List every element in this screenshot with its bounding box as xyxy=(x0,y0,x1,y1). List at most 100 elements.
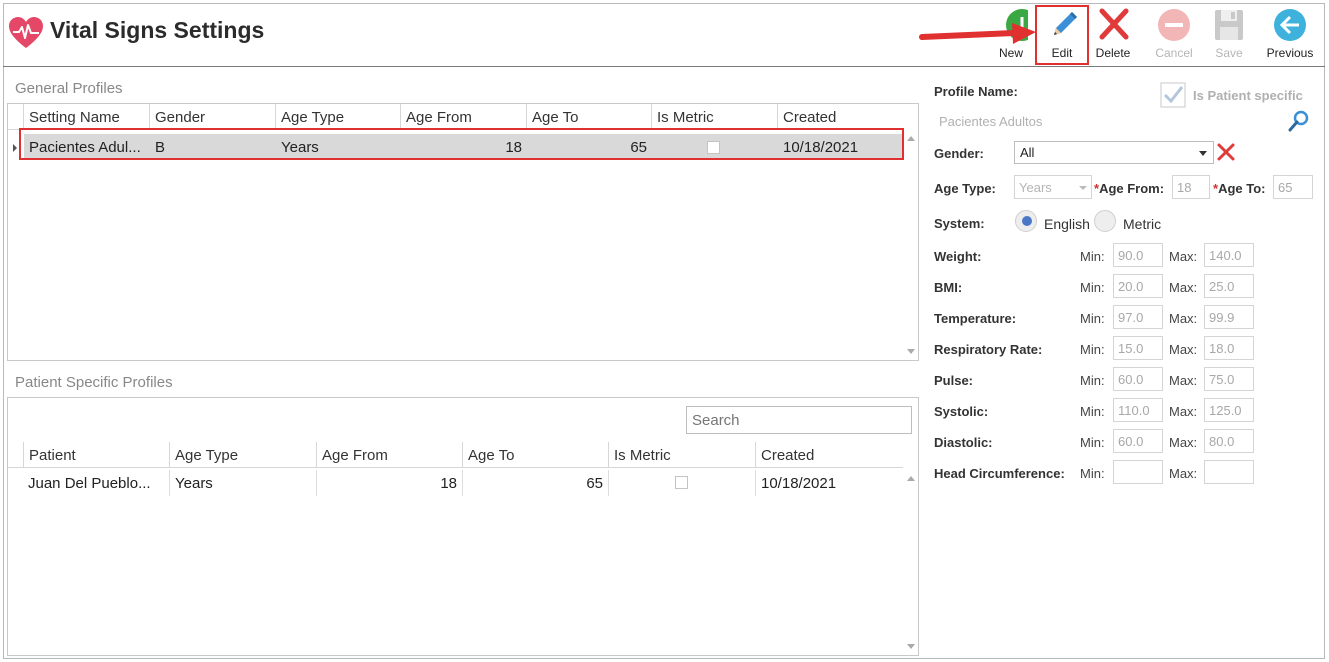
column-header-age-type[interactable]: Age Type xyxy=(169,442,316,468)
max-label: Max: xyxy=(1169,373,1198,388)
column-header-setting-name[interactable]: Setting Name xyxy=(23,104,149,130)
respiratory-rate-label: Respiratory Rate: xyxy=(934,342,1043,357)
temperature-min-input[interactable]: 97.0 xyxy=(1113,305,1163,329)
column-header-is-metric[interactable]: Is Metric xyxy=(608,442,755,468)
column-header-age-to[interactable]: Age To xyxy=(462,442,608,468)
pulse-max-input[interactable]: 75.0 xyxy=(1204,367,1254,391)
gender-label: Gender: xyxy=(934,146,984,161)
column-header-age-type[interactable]: Age Type xyxy=(275,104,400,130)
max-label: Max: xyxy=(1169,249,1198,264)
checkbox-checked-icon[interactable] xyxy=(1160,82,1188,108)
min-label: Min: xyxy=(1080,249,1105,264)
systolic-min-input[interactable]: 110.0 xyxy=(1113,398,1163,422)
chevron-down-icon xyxy=(1199,151,1207,156)
age-type-label: Age Type: xyxy=(934,181,996,196)
scroll-down-icon[interactable] xyxy=(907,349,915,354)
save-button[interactable]: Save xyxy=(1201,8,1257,62)
radio-metric[interactable] xyxy=(1094,210,1116,232)
scroll-down-icon[interactable] xyxy=(907,644,915,649)
bmi-min-input[interactable]: 20.0 xyxy=(1113,274,1163,298)
diastolic-min-input[interactable]: 60.0 xyxy=(1113,429,1163,453)
patient-profiles-grid: Patient Age Type Age From Age To Is Metr… xyxy=(7,397,919,656)
diastolic-label: Diastolic: xyxy=(934,435,993,450)
age-type-value: Years xyxy=(1019,180,1052,195)
age-from-input[interactable]: 18 xyxy=(1172,175,1210,199)
cancel-label: Cancel xyxy=(1155,46,1193,60)
chevron-down-icon xyxy=(1079,186,1087,190)
column-header-patient[interactable]: Patient xyxy=(23,442,169,468)
min-label: Min: xyxy=(1080,311,1105,326)
temperature-label: Temperature: xyxy=(934,311,1017,326)
min-label: Min: xyxy=(1080,466,1105,481)
cell-age-type: Years xyxy=(169,470,316,496)
head-circumference-min-input[interactable] xyxy=(1113,460,1163,484)
age-to-label-text: Age To: xyxy=(1218,181,1266,196)
back-arrow-icon xyxy=(1274,9,1306,41)
cell-created: 10/18/2021 xyxy=(755,470,903,496)
profile-name-value: Pacientes Adultos xyxy=(939,114,1043,129)
search-magnifier-icon[interactable] xyxy=(1288,110,1310,132)
profile-name-label: Profile Name: xyxy=(934,84,1018,99)
min-label: Min: xyxy=(1080,280,1105,295)
heart-pulse-icon xyxy=(9,17,43,48)
head-circumference-max-input[interactable] xyxy=(1204,460,1254,484)
scroll-up-icon[interactable] xyxy=(907,136,915,141)
row-indicator-icon xyxy=(13,144,17,152)
bmi-max-input[interactable]: 25.0 xyxy=(1204,274,1254,298)
is-metric-checkbox[interactable] xyxy=(675,476,688,489)
search-input[interactable] xyxy=(686,406,912,434)
systolic-max-input[interactable]: 125.0 xyxy=(1204,398,1254,422)
save-label: Save xyxy=(1215,46,1243,60)
temperature-max-input[interactable]: 99.9 xyxy=(1204,305,1254,329)
column-header-age-from[interactable]: Age From xyxy=(400,104,526,130)
bmi-label: BMI: xyxy=(934,280,963,295)
floppy-disk-icon xyxy=(1215,10,1243,40)
radio-metric-label: Metric xyxy=(1123,216,1162,232)
respiratory-rate-max-input[interactable]: 18.0 xyxy=(1204,336,1254,360)
cancel-minus-icon xyxy=(1158,9,1190,41)
weight-min-input[interactable]: 90.0 xyxy=(1113,243,1163,267)
max-label: Max: xyxy=(1169,435,1198,450)
scroll-up-icon[interactable] xyxy=(907,476,915,481)
is-patient-specific-label: Is Patient specific xyxy=(1193,88,1303,103)
cell-age-from: 18 xyxy=(316,470,462,496)
age-from-label-text: Age From: xyxy=(1099,181,1165,196)
max-label: Max: xyxy=(1169,466,1198,481)
column-header-gender[interactable]: Gender xyxy=(149,104,275,130)
respiratory-rate-min-input[interactable]: 15.0 xyxy=(1113,336,1163,360)
min-label: Min: xyxy=(1080,373,1105,388)
diastolic-max-input[interactable]: 80.0 xyxy=(1204,429,1254,453)
cell-patient: Juan Del Pueblo... xyxy=(28,475,151,492)
delete-button[interactable]: Delete xyxy=(1085,8,1141,62)
patient-grid-header: Patient Age Type Age From Age To Is Metr… xyxy=(8,442,903,468)
cancel-button[interactable]: Cancel xyxy=(1146,8,1202,62)
table-row[interactable]: Juan Del Pueblo... Years 18 65 10/18/202… xyxy=(23,470,903,496)
column-header-created[interactable]: Created xyxy=(755,442,903,468)
age-to-input[interactable]: 65 xyxy=(1273,175,1313,199)
gender-select[interactable]: All xyxy=(1014,141,1214,164)
previous-button[interactable]: Previous xyxy=(1262,8,1318,62)
pulse-min-input[interactable]: 60.0 xyxy=(1113,367,1163,391)
clear-x-icon[interactable] xyxy=(1216,142,1236,162)
min-label: Min: xyxy=(1080,435,1105,450)
max-label: Max: xyxy=(1169,280,1198,295)
radio-english-label: English xyxy=(1044,216,1090,232)
age-from-label: *Age From: xyxy=(1094,181,1164,196)
age-type-select[interactable]: Years xyxy=(1014,175,1092,199)
column-header-is-metric[interactable]: Is Metric xyxy=(651,104,777,130)
patient-profiles-title: Patient Specific Profiles xyxy=(15,374,173,391)
head-circumference-label: Head Circumference: xyxy=(934,466,1065,481)
previous-label: Previous xyxy=(1266,46,1314,60)
pulse-label: Pulse: xyxy=(934,373,974,388)
weight-label: Weight: xyxy=(934,249,982,264)
general-profiles-title: General Profiles xyxy=(15,80,123,97)
radio-english[interactable] xyxy=(1015,210,1037,232)
max-label: Max: xyxy=(1169,311,1198,326)
weight-max-input[interactable]: 140.0 xyxy=(1204,243,1254,267)
column-header-age-to[interactable]: Age To xyxy=(526,104,651,130)
delete-x-icon xyxy=(1099,8,1129,40)
column-header-age-from[interactable]: Age From xyxy=(316,442,462,468)
delete-label: Delete xyxy=(1095,46,1131,60)
min-label: Min: xyxy=(1080,342,1105,357)
column-header-created[interactable]: Created xyxy=(777,104,903,130)
